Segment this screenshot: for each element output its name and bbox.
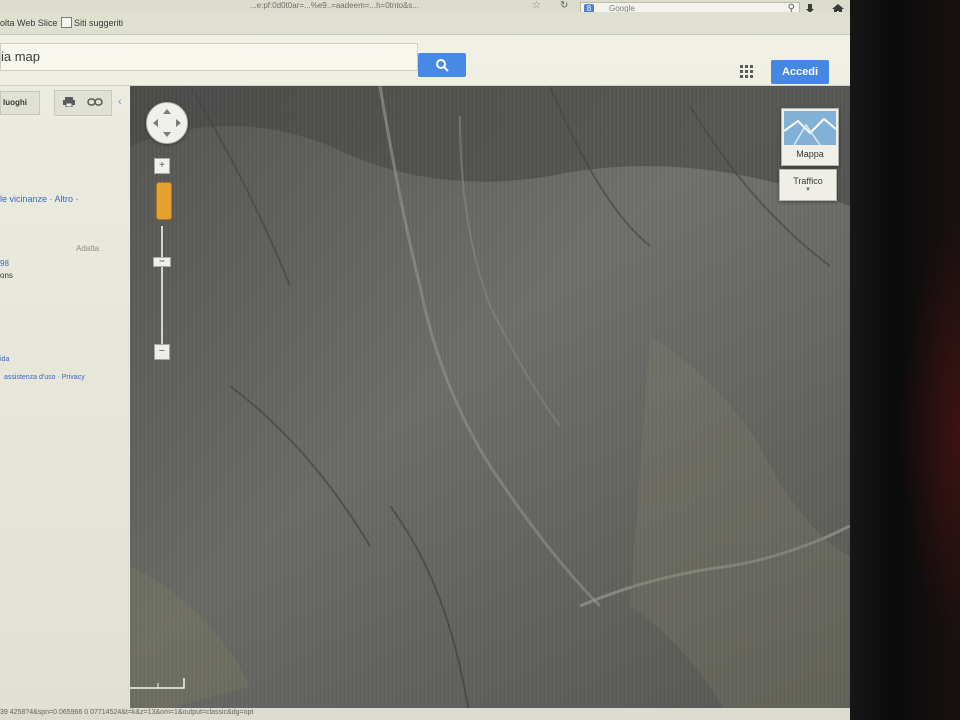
map-type-mappa-button[interactable]: Mappa xyxy=(781,108,839,166)
result-line-2: ons xyxy=(0,271,13,280)
chevron-down-icon: ▼ xyxy=(805,187,811,193)
left-panel: luoghi ‹ le vicinanze · Altro · Adatta 9… xyxy=(0,86,130,720)
monitor-bezel xyxy=(850,0,960,720)
bookmark-web-slice[interactable]: olta Web Slice xyxy=(0,18,57,28)
maps-search-query: ia map xyxy=(1,49,41,64)
page-icon xyxy=(61,17,72,28)
refresh-icon[interactable]: ↻ xyxy=(560,0,568,11)
map-thumbnail-icon xyxy=(784,111,836,145)
footer-links[interactable]: assistenza d'uso · Privacy xyxy=(4,374,85,381)
background-glow xyxy=(900,220,960,640)
map-type-label: Mappa xyxy=(796,149,824,159)
collapse-panel-icon[interactable]: ‹ xyxy=(118,96,122,108)
tab-places[interactable]: luoghi xyxy=(0,91,40,115)
apps-grid-icon[interactable] xyxy=(740,65,754,79)
signin-button[interactable]: Accedi xyxy=(771,60,829,84)
address-url[interactable]: ...e:pf:0d0t0ar=...%e9..=aadeem=...h=0tn… xyxy=(250,1,419,10)
nearby-link[interactable]: le vicinanze · Altro · xyxy=(0,194,79,204)
star-icon[interactable]: ☆ xyxy=(532,0,541,11)
help-link[interactable]: ida xyxy=(0,356,9,363)
street-view-pegman-icon[interactable] xyxy=(156,182,172,220)
traffic-layer-button[interactable]: Traffico ▼ xyxy=(779,169,837,201)
bookmarks-bar: olta Web Slice Siti suggeriti xyxy=(0,12,850,35)
zoom-out-button[interactable]: − xyxy=(154,344,170,360)
maps-header: ia map Accedi xyxy=(0,35,850,86)
status-url: 39 4258?4&spn=0 065966 0 07714524&t=k&z=… xyxy=(0,709,254,716)
search-icon xyxy=(436,59,449,72)
adatta-label[interactable]: Adatta xyxy=(76,244,99,253)
maps-search-button[interactable] xyxy=(418,53,466,77)
zoom-slider-track[interactable] xyxy=(161,226,163,344)
monitor-screen: ...e:pf:0d0t0ar=...%e9..=aadeem=...h=0tn… xyxy=(0,0,850,720)
satellite-map[interactable]: + ═ − Mappa Traffico ▼ xyxy=(130,86,850,720)
terrain-imagery xyxy=(130,86,850,720)
status-bar: 39 4258?4&spn=0 065966 0 07714524&t=k&z=… xyxy=(0,708,850,720)
maps-search-input[interactable]: ia map xyxy=(0,43,418,71)
compass-arrows-icon xyxy=(153,109,181,137)
zoom-slider-thumb[interactable]: ═ xyxy=(153,257,171,267)
panel-tools xyxy=(54,90,112,116)
print-icon[interactable] xyxy=(63,97,75,107)
traffic-label: Traffico xyxy=(793,176,823,186)
bookmark-suggested-sites[interactable]: Siti suggeriti xyxy=(74,18,123,28)
zoom-in-button[interactable]: + xyxy=(154,158,170,174)
result-line-1[interactable]: 98 xyxy=(0,259,9,268)
link-icon[interactable] xyxy=(87,98,103,106)
scale-bar xyxy=(130,678,185,689)
pan-control[interactable] xyxy=(146,102,188,144)
